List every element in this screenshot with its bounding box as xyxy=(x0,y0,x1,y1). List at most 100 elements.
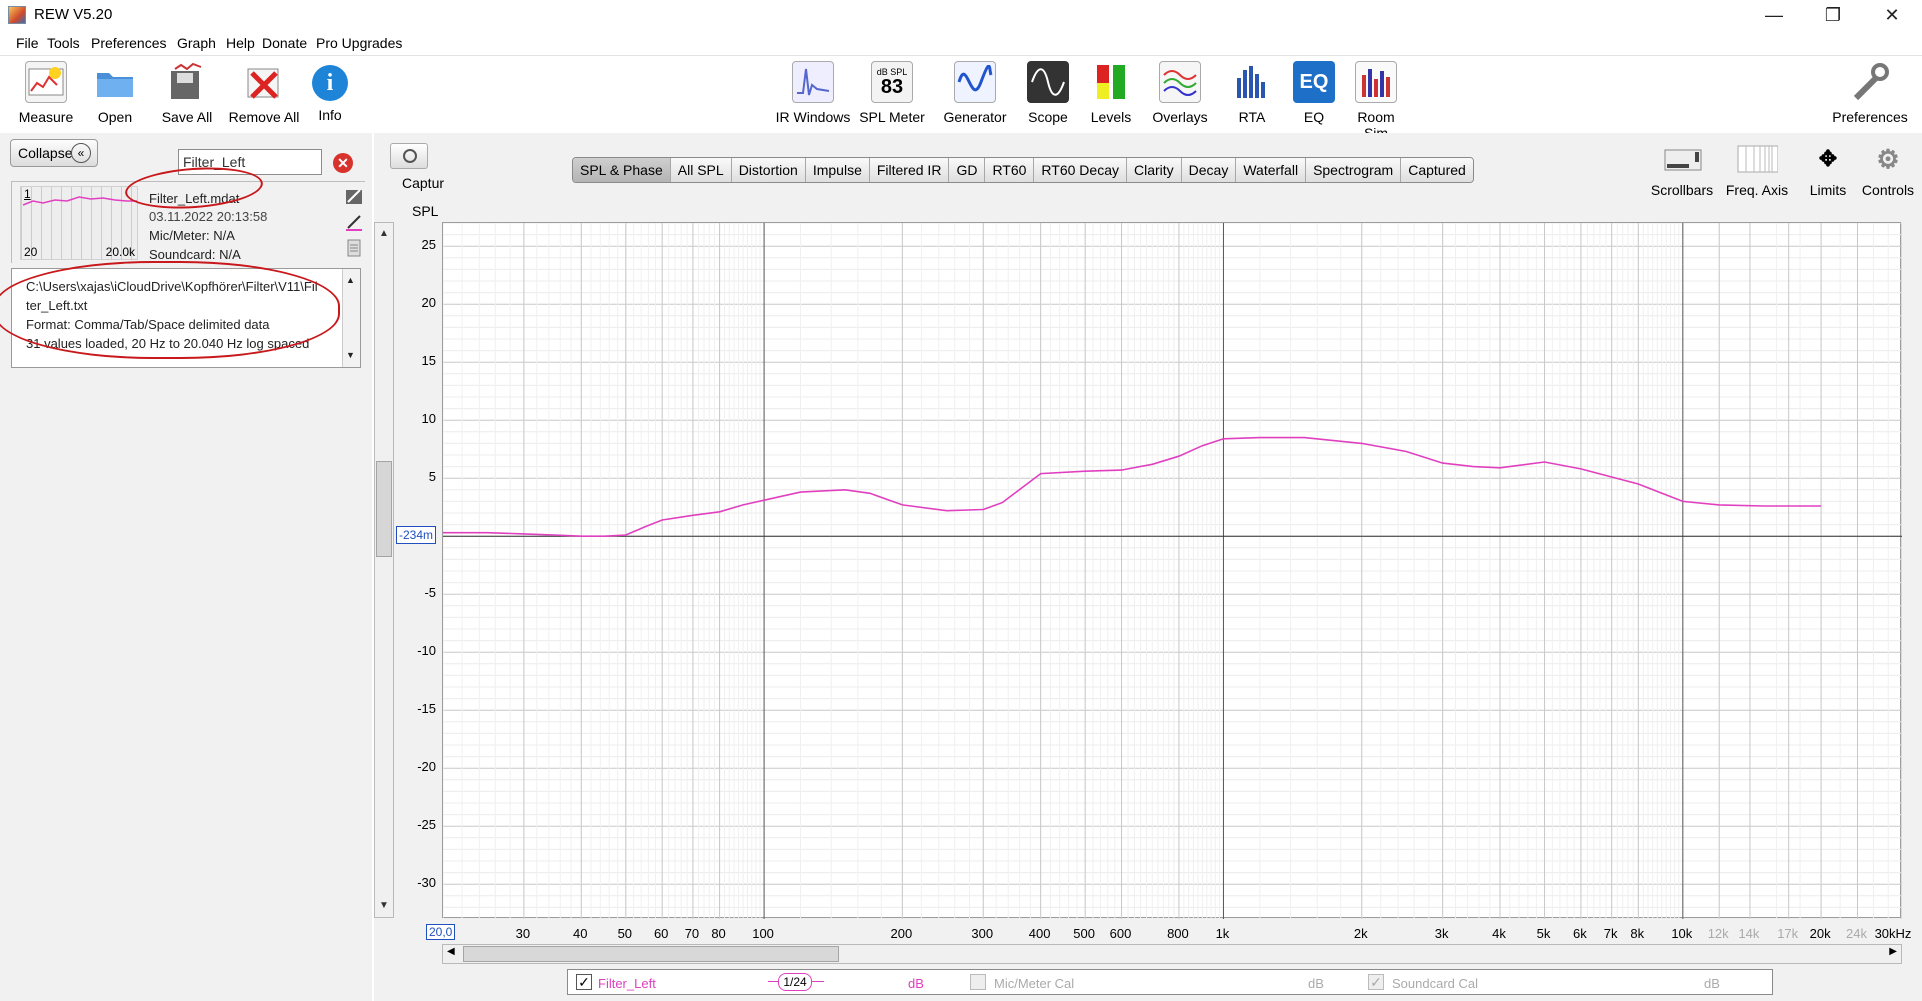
menu-donate[interactable]: Donate xyxy=(262,35,307,51)
eq-button[interactable]: EQ EQ xyxy=(1292,57,1336,125)
room-sim-button[interactable]: Room Sim xyxy=(1344,57,1408,141)
tab-rt60-decay[interactable]: RT60 Decay xyxy=(1034,158,1127,182)
restore-button[interactable]: ❐ xyxy=(1804,0,1862,30)
open-button[interactable]: Open xyxy=(90,57,140,125)
measurement-thumbnail[interactable]: 1 20 20.0k xyxy=(20,186,138,260)
notes-icon[interactable] xyxy=(344,238,364,258)
menu-pro-upgrades[interactable]: Pro Upgrades xyxy=(316,35,402,51)
spl-meter-icon: dB SPL 83 xyxy=(871,61,913,103)
controls-button[interactable]: ⚙ Controls xyxy=(1860,138,1916,199)
legend-measurement-name: Filter_Left xyxy=(598,976,656,991)
x-tick-label: 3k xyxy=(1434,926,1449,941)
tab-captured[interactable]: Captured xyxy=(1401,158,1473,182)
limits-icon: ✥ xyxy=(1818,146,1838,171)
rta-label: RTA xyxy=(1238,109,1266,125)
measure-label: Measure xyxy=(18,109,74,125)
freq-axis-icon xyxy=(1736,142,1778,176)
camera-icon[interactable] xyxy=(390,143,428,169)
room-sim-icon xyxy=(1355,61,1397,103)
annotation-circle-notes xyxy=(0,261,340,359)
soundcard-cal-label: Soundcard Cal xyxy=(1392,976,1478,991)
limits-button[interactable]: ✥ Limits xyxy=(1800,138,1856,198)
remove-all-button[interactable]: Remove All xyxy=(226,57,302,125)
tab-impulse[interactable]: Impulse xyxy=(805,158,870,182)
mic-cal-checkbox[interactable] xyxy=(970,974,986,990)
save-all-label: Save All xyxy=(161,109,213,125)
scroll-left-icon[interactable]: ◀ xyxy=(447,946,455,957)
smoothing-selector[interactable]: 1/24 xyxy=(778,973,812,991)
info-button[interactable]: i Info xyxy=(308,57,352,123)
eq-label: EQ xyxy=(1303,109,1325,125)
scroll-right-icon[interactable]: ▶ xyxy=(1889,946,1897,957)
scroll-up-icon[interactable]: ▲ xyxy=(346,271,355,290)
spl-chart[interactable] xyxy=(442,222,1903,920)
measure-button[interactable]: Measure xyxy=(12,57,80,125)
freq-axis-button[interactable]: Freq. Axis xyxy=(1722,138,1792,198)
collapse-button[interactable]: Collapse « xyxy=(10,139,98,167)
scroll-down-icon[interactable]: ▼ xyxy=(375,897,393,915)
menu-tools[interactable]: Tools xyxy=(47,35,80,51)
preferences-button[interactable]: Preferences xyxy=(1830,57,1910,125)
collapse-label: Collapse xyxy=(18,145,73,161)
horizontal-scrollbar[interactable]: ◀ ▶ xyxy=(442,944,1902,964)
scope-button[interactable]: Scope xyxy=(1022,57,1074,125)
ir-windows-icon xyxy=(792,61,834,103)
overlays-label: Overlays xyxy=(1152,109,1208,125)
tab-all-spl[interactable]: All SPL xyxy=(670,158,732,182)
vertical-scroll-thumb[interactable] xyxy=(376,461,392,557)
tab-filtered-ir[interactable]: Filtered IR xyxy=(869,158,950,182)
y-tick-label: 5 xyxy=(428,469,436,485)
y-tick-label: -30 xyxy=(417,875,436,891)
rta-icon xyxy=(1231,61,1273,103)
y-tick-label: -5 xyxy=(424,585,436,601)
menu-preferences[interactable]: Preferences xyxy=(91,35,166,51)
notes-scrollbar[interactable]: ▲ ▼ xyxy=(342,269,360,367)
scroll-up-icon[interactable]: ▲ xyxy=(375,225,393,243)
legend-unit: dB xyxy=(908,976,924,991)
save-all-button[interactable]: Save All xyxy=(152,57,222,125)
menu-help[interactable]: Help xyxy=(226,35,255,51)
edit-info-icon[interactable] xyxy=(344,186,364,206)
close-button[interactable]: ✕ xyxy=(1863,0,1921,30)
levels-button[interactable]: Levels xyxy=(1086,57,1136,125)
measurement-visible-checkbox[interactable]: ✓ xyxy=(576,974,592,990)
x-tick-label: 400 xyxy=(1028,926,1051,941)
info-icon: i xyxy=(312,65,348,101)
info-label: Info xyxy=(318,107,342,123)
ir-windows-button[interactable]: IR Windows xyxy=(773,57,853,125)
x-tick-label: 600 xyxy=(1109,926,1132,941)
eq-icon: EQ xyxy=(1293,61,1335,103)
minimize-button[interactable]: — xyxy=(1745,0,1803,30)
tab-clarity[interactable]: Clarity xyxy=(1126,158,1182,182)
spl-graph[interactable] xyxy=(442,222,1903,920)
scrollbars-button[interactable]: Scrollbars xyxy=(1650,138,1714,198)
menu-file[interactable]: File xyxy=(16,35,39,51)
thumb-range-low: 20 xyxy=(24,245,38,259)
soundcard-cal-checkbox[interactable]: ✓ xyxy=(1368,974,1384,990)
x-tick-label: 8k xyxy=(1630,926,1645,941)
tab-distortion[interactable]: Distortion xyxy=(731,158,806,182)
title-bar: REW V5.20 — ❐ ✕ xyxy=(0,0,1922,30)
vertical-scrollbar[interactable]: ▲ ▼ xyxy=(374,222,394,918)
spl-meter-label: SPL Meter xyxy=(859,109,925,125)
pen-color-icon[interactable] xyxy=(344,212,364,232)
generator-button[interactable]: Generator xyxy=(941,57,1009,125)
tab-spl-phase[interactable]: SPL & Phase xyxy=(573,158,671,182)
tab-spectrogram[interactable]: Spectrogram xyxy=(1306,158,1402,182)
tab-rt60[interactable]: RT60 xyxy=(985,158,1035,182)
horizontal-scroll-thumb[interactable] xyxy=(463,946,839,962)
spl-meter-button[interactable]: dB SPL 83 SPL Meter xyxy=(859,57,925,125)
scope-label: Scope xyxy=(1028,109,1068,125)
remove-all-label: Remove All xyxy=(228,109,300,125)
save-all-icon xyxy=(166,61,208,103)
scroll-down-icon[interactable]: ▼ xyxy=(346,346,355,365)
tab-gd[interactable]: GD xyxy=(949,158,986,182)
tab-decay[interactable]: Decay xyxy=(1181,158,1237,182)
rta-button[interactable]: RTA xyxy=(1228,57,1276,125)
menu-graph[interactable]: Graph xyxy=(177,35,216,51)
main-toolbar: Measure Open Save All Remove All i Info … xyxy=(0,57,1922,141)
wrench-icon xyxy=(1849,61,1891,103)
tab-waterfall[interactable]: Waterfall xyxy=(1236,158,1307,182)
overlays-button[interactable]: Overlays xyxy=(1148,57,1212,125)
delete-measurement-icon[interactable]: ✕ xyxy=(333,153,353,173)
